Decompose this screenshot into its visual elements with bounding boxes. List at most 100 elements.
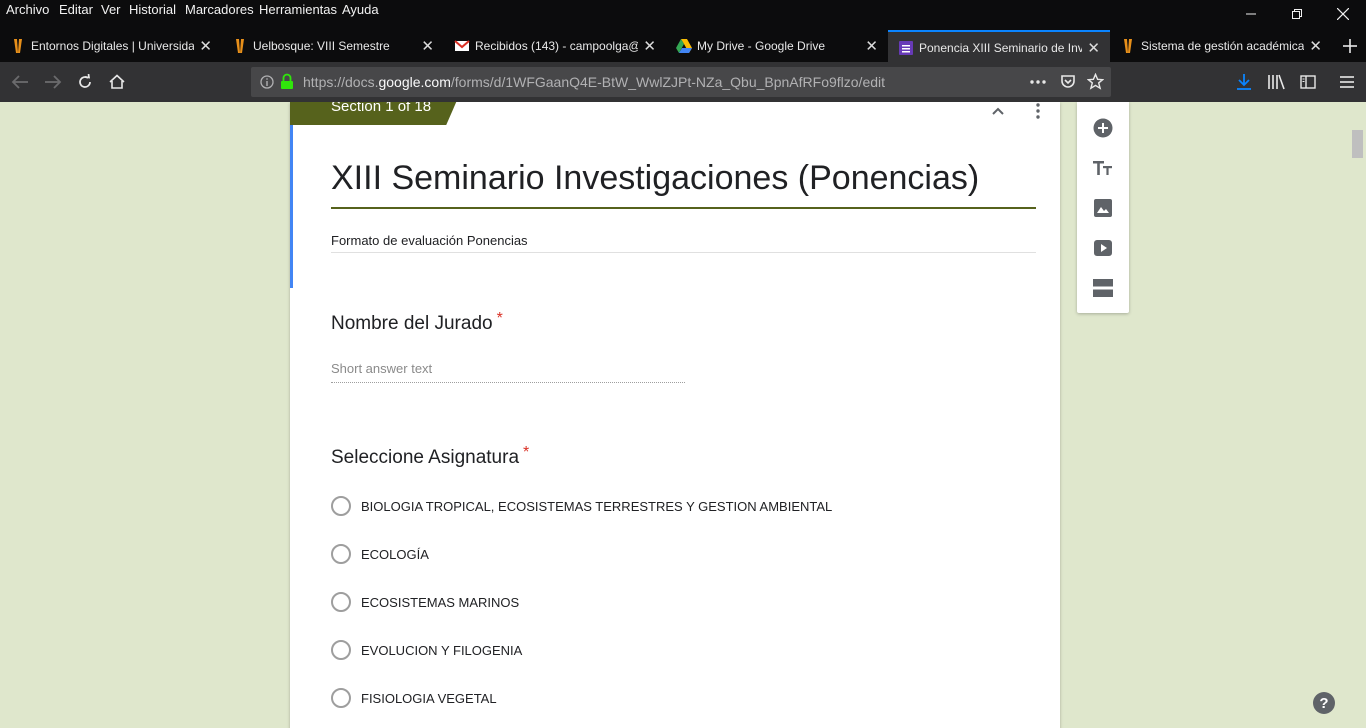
add-image-button[interactable] <box>1091 196 1115 220</box>
tab-title: Recibidos (143) - campoolga@ <box>475 39 638 53</box>
tab-close-icon[interactable]: ✕ <box>421 37 434 55</box>
tab-gmail-recibidos[interactable]: Recibidos (143) - campoolga@ ✕ <box>444 30 666 62</box>
minimize-icon <box>1246 13 1256 15</box>
tab-title: Ponencia XIII Seminario de Inve <box>919 41 1082 55</box>
arrow-right-icon <box>45 75 62 89</box>
tab-bar: Entornos Digitales | Universidad ✕ Uelbo… <box>0 30 1366 62</box>
tab-title: Sistema de gestión académica <box>1141 39 1304 53</box>
add-question-icon <box>1093 118 1113 138</box>
sidebar-icon <box>1300 75 1316 89</box>
menu-ver[interactable]: Ver <box>101 2 121 17</box>
new-tab-button[interactable] <box>1334 30 1366 62</box>
library-button[interactable] <box>1262 69 1290 95</box>
google-forms-icon <box>899 41 913 55</box>
add-question-button[interactable] <box>1091 116 1115 140</box>
tab-close-icon[interactable]: ✕ <box>199 37 212 55</box>
pocket-icon[interactable] <box>1060 74 1076 90</box>
uelbosque-logo-icon <box>1124 39 1132 53</box>
scrollbar[interactable] <box>1349 102 1366 728</box>
option-label[interactable]: ECOLOGÍA <box>361 547 429 562</box>
tab-sistema-gestion[interactable]: Sistema de gestión académica ✕ <box>1110 30 1332 62</box>
reload-button[interactable] <box>71 69 99 95</box>
bookmark-star-icon[interactable] <box>1087 73 1104 90</box>
back-button[interactable] <box>6 69 34 95</box>
hamburger-icon <box>1340 76 1354 88</box>
option-label[interactable]: BIOLOGIA TROPICAL, ECOSISTEMAS TERRESTRE… <box>361 499 832 514</box>
radio-button[interactable] <box>331 640 351 660</box>
close-window-button[interactable] <box>1320 0 1366 28</box>
add-video-icon <box>1094 240 1112 256</box>
sidebar-button[interactable] <box>1294 69 1322 95</box>
download-icon <box>1237 74 1251 90</box>
radio-option[interactable]: ECOLOGÍA <box>331 544 931 566</box>
restore-icon <box>1292 9 1302 19</box>
tab-close-icon[interactable]: ✕ <box>1309 37 1322 55</box>
scroll-thumb[interactable] <box>1352 130 1363 158</box>
menu-historial[interactable]: Historial <box>129 2 176 17</box>
forward-button[interactable] <box>39 69 67 95</box>
library-icon <box>1268 74 1285 90</box>
google-drive-icon <box>676 39 692 53</box>
collapse-icon[interactable] <box>990 104 1006 120</box>
radio-button[interactable] <box>331 592 351 612</box>
option-label[interactable]: FISIOLOGIA VEGETAL <box>361 691 497 706</box>
tab-ponencia-seminario[interactable]: Ponencia XIII Seminario de Inve ✕ <box>888 30 1110 62</box>
add-section-icon <box>1093 279 1113 297</box>
minimize-button[interactable] <box>1228 0 1274 28</box>
tab-close-icon[interactable]: ✕ <box>865 37 878 55</box>
lock-icon[interactable] <box>280 73 294 90</box>
navigation-bar: https://docs.google.com/forms/d/1WFGaanQ… <box>0 62 1366 102</box>
form-title[interactable]: XIII Seminario Investigaciones (Ponencia… <box>331 159 979 198</box>
required-mark: * <box>496 310 503 327</box>
question-title[interactable]: Seleccione Asignatura * <box>331 444 530 469</box>
option-label[interactable]: EVOLUCION Y FILOGENIA <box>361 643 522 658</box>
tab-uelbosque-semestre[interactable]: Uelbosque: VIII Semestre ✕ <box>222 30 444 62</box>
radio-button[interactable] <box>331 496 351 516</box>
tab-close-icon[interactable]: ✕ <box>1087 39 1100 57</box>
add-title-button[interactable] <box>1091 156 1115 180</box>
tab-google-drive[interactable]: My Drive - Google Drive ✕ <box>666 30 888 62</box>
radio-option[interactable]: ECOSISTEMAS MARINOS <box>331 592 931 614</box>
menu-editar[interactable]: Editar <box>59 2 93 17</box>
question-title[interactable]: Nombre del Jurado * <box>331 310 503 335</box>
uelbosque-logo-icon <box>14 39 22 53</box>
app-menu-button[interactable] <box>1333 69 1361 95</box>
reload-icon <box>79 74 91 88</box>
radio-option[interactable]: EVOLUCION Y FILOGENIA <box>331 640 931 662</box>
close-icon <box>1337 8 1349 20</box>
tab-close-icon[interactable]: ✕ <box>643 37 656 55</box>
downloads-button[interactable] <box>1230 69 1258 95</box>
add-video-button[interactable] <box>1091 236 1115 260</box>
required-mark: * <box>523 444 530 461</box>
home-button[interactable] <box>103 69 131 95</box>
arrow-left-icon <box>11 75 28 89</box>
more-vert-icon[interactable] <box>1030 102 1046 120</box>
menu-herramientas[interactable]: Herramientas <box>259 2 337 17</box>
description-underline <box>331 252 1036 253</box>
help-icon[interactable]: ? <box>1313 692 1335 714</box>
uelbosque-logo-icon <box>236 39 244 53</box>
page-actions-icon[interactable] <box>1030 80 1046 84</box>
radio-button[interactable] <box>331 688 351 708</box>
add-section-button[interactable] <box>1091 276 1115 300</box>
form-toolbox <box>1077 102 1129 313</box>
option-label[interactable]: ECOSISTEMAS MARINOS <box>361 595 519 610</box>
tab-entornos-digitales[interactable]: Entornos Digitales | Universidad ✕ <box>0 30 222 62</box>
radio-option[interactable]: BIOLOGIA TROPICAL, ECOSISTEMAS TERRESTRE… <box>331 496 931 518</box>
url-text[interactable]: https://docs.google.com/forms/d/1WFGaanQ… <box>303 74 885 90</box>
restore-button[interactable] <box>1274 0 1320 28</box>
menu-archivo[interactable]: Archivo <box>6 2 49 17</box>
menu-ayuda[interactable]: Ayuda <box>342 2 379 17</box>
radio-button[interactable] <box>331 544 351 564</box>
info-icon[interactable] <box>260 74 274 90</box>
plus-icon <box>1343 39 1357 53</box>
focus-indicator <box>290 125 293 288</box>
radio-option[interactable]: FISIOLOGIA VEGETAL <box>331 688 931 710</box>
url-bar[interactable]: https://docs.google.com/forms/d/1WFGaanQ… <box>251 67 1111 97</box>
browser-chrome: Archivo Editar Ver Historial Marcadores … <box>0 0 1366 102</box>
add-title-icon <box>1093 161 1112 175</box>
form-description[interactable]: Formato de evaluación Ponencias <box>331 233 528 248</box>
page-content: Section 1 of 18 XIII Seminario Investiga… <box>0 102 1366 728</box>
short-answer-field: Short answer text <box>331 361 685 383</box>
menu-marcadores[interactable]: Marcadores <box>185 2 254 17</box>
